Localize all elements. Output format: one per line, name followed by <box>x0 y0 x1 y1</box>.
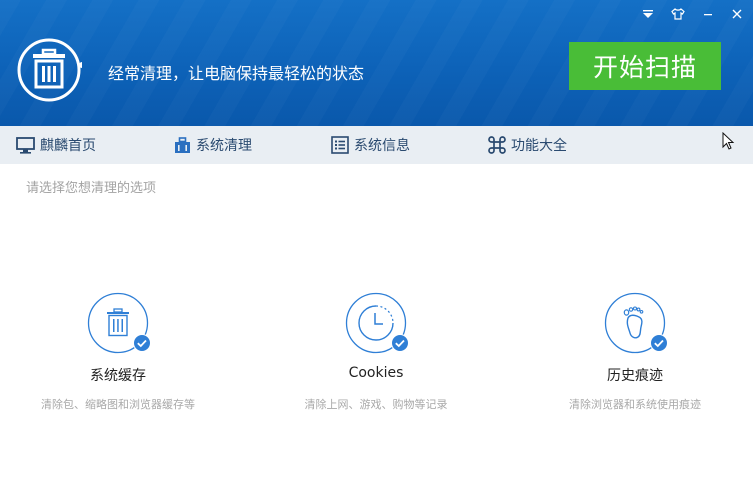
option-cookies[interactable]: Cookies 清除上网、游戏、购物等记录 <box>276 292 476 411</box>
nav-item-label: 功能大全 <box>511 138 567 154</box>
option-title: 系统缓存 <box>90 368 146 384</box>
option-description: 清除上网、游戏、购物等记录 <box>304 398 448 411</box>
option-circle[interactable] <box>87 292 151 354</box>
close-icon[interactable] <box>729 6 745 22</box>
minimize-icon[interactable] <box>700 6 716 22</box>
nav-item-features[interactable]: 功能大全 <box>488 126 567 164</box>
checkmark-icon[interactable] <box>391 334 409 352</box>
mouse-cursor-icon <box>722 132 735 150</box>
main-nav-bar: 麒麟首页 系统清理 系统信息 功能大全 <box>0 126 753 164</box>
cleanup-logo-icon <box>17 38 82 102</box>
option-system-cache[interactable]: 系统缓存 清除包、缩略图和浏览器缓存等 <box>18 292 218 411</box>
option-history-traces[interactable]: 历史痕迹 清除浏览器和系统使用痕迹 <box>535 292 735 411</box>
nav-item-system-info[interactable]: 系统信息 <box>331 126 410 164</box>
header-banner: 经常清理，让电脑保持最轻松的状态 开始扫描 <box>0 0 753 126</box>
nav-item-system-clean[interactable]: 系统清理 <box>174 126 252 164</box>
header-tagline: 经常清理，让电脑保持最轻松的状态 <box>108 64 365 83</box>
checkmark-icon[interactable] <box>133 334 151 352</box>
selection-prompt: 请选择您想清理的选项 <box>26 181 157 196</box>
command-icon <box>488 136 506 154</box>
nav-item-home[interactable]: 麒麟首页 <box>16 126 96 164</box>
option-title: 历史痕迹 <box>607 368 663 384</box>
checkmark-icon[interactable] <box>650 334 668 352</box>
start-scan-button[interactable]: 开始扫描 <box>569 42 721 90</box>
briefcase-icon <box>175 136 190 153</box>
dropdown-icon[interactable] <box>640 6 656 22</box>
monitor-icon <box>16 136 35 154</box>
list-icon <box>331 136 349 154</box>
option-circle[interactable] <box>604 292 668 354</box>
option-circle[interactable] <box>345 292 409 354</box>
nav-item-label: 麒麟首页 <box>40 138 96 154</box>
nav-item-label: 系统信息 <box>354 138 410 154</box>
nav-item-label: 系统清理 <box>196 138 252 154</box>
option-description: 清除包、缩略图和浏览器缓存等 <box>41 398 195 411</box>
option-description: 清除浏览器和系统使用痕迹 <box>569 398 701 411</box>
option-title: Cookies <box>348 365 404 381</box>
skin-icon[interactable] <box>670 6 686 22</box>
